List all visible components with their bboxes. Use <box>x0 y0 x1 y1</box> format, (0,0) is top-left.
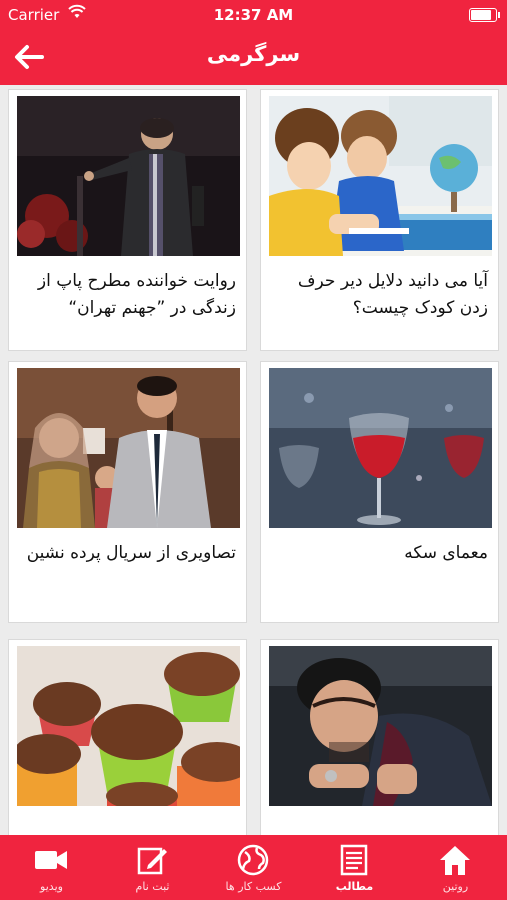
article-card[interactable]: روایت خواننده مطرح پاپ از زندگی در ”جهنم… <box>8 89 247 351</box>
tab-label: روتین <box>442 880 469 893</box>
article-title: روایت خواننده مطرح پاپ از زندگی در ”جهنم… <box>37 271 236 318</box>
man-portrait-photo <box>269 646 492 806</box>
battery-icon <box>469 8 500 22</box>
tab-articles[interactable]: مطالب <box>304 835 405 900</box>
nav-bar: سرگرمی <box>0 30 507 85</box>
tab-businesses[interactable]: کسب کار ها <box>203 835 304 900</box>
article-grid: آیا می دانید دلایل دیر حرف زدن کودک چیست… <box>0 85 507 835</box>
article-card[interactable]: آیا می دانید دلایل دیر حرف زدن کودک چیست… <box>260 89 499 351</box>
wine-glasses-photo <box>269 368 492 528</box>
articles-icon <box>340 844 368 876</box>
status-time: 12:37 AM <box>213 6 294 24</box>
article-card[interactable]: معمای سکه <box>260 361 499 623</box>
video-camera-icon <box>35 851 67 869</box>
tv-series-cast-photo <box>17 368 240 528</box>
article-card[interactable] <box>260 639 499 835</box>
article-title: آیا می دانید دلایل دیر حرف زدن کودک چیست… <box>297 271 488 318</box>
battery-fill <box>471 10 491 20</box>
tab-label: ویدیو <box>40 880 63 893</box>
tab-register[interactable]: ثبت نام <box>102 835 203 900</box>
globe-icon <box>237 844 269 876</box>
tab-label: مطالب <box>335 880 374 893</box>
tab-label: کسب کار ها <box>225 880 282 893</box>
tab-label: ثبت نام <box>135 880 170 893</box>
status-bar: Carrier 12:37 AM <box>0 0 507 30</box>
page-title: سرگرمی <box>206 42 301 66</box>
article-card[interactable]: تصاویری از سریال پرده نشین <box>8 361 247 623</box>
home-icon <box>440 846 470 875</box>
tab-routine[interactable]: روتین <box>405 835 506 900</box>
article-title: معمای سکه <box>404 543 488 563</box>
article-title: تصاویری از سریال پرده نشین <box>26 543 236 563</box>
children-drawing-photo <box>269 96 492 256</box>
article-card[interactable] <box>8 639 247 835</box>
muffins-photo <box>17 646 240 806</box>
tab-bar: روتین مطالب کسب کار ها ثبت نام ویدیو <box>0 835 507 900</box>
edit-icon <box>137 847 167 875</box>
tab-video[interactable]: ویدیو <box>1 835 102 900</box>
singer-on-stage-photo <box>17 96 240 256</box>
